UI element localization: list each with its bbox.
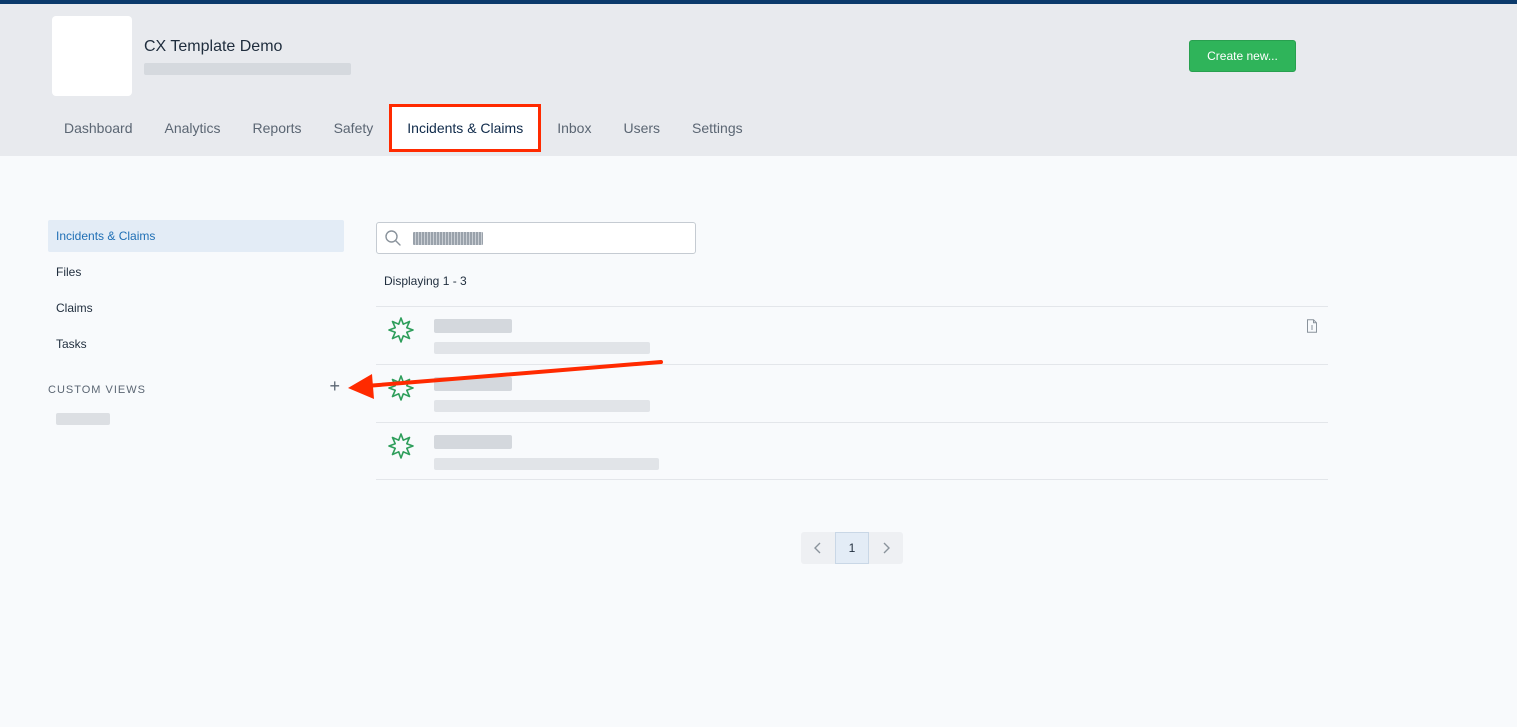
search-box xyxy=(376,222,696,254)
org-subtitle-placeholder xyxy=(144,63,351,75)
chevron-left-icon xyxy=(814,542,821,554)
list-item[interactable] xyxy=(376,422,1328,480)
chevron-right-icon xyxy=(883,542,890,554)
burst-icon xyxy=(388,433,414,459)
create-new-button[interactable]: Create new... xyxy=(1189,40,1296,72)
burst-icon xyxy=(388,375,414,401)
org-title: CX Template Demo xyxy=(144,38,283,55)
custom-views-header: CUSTOM VIEWS + xyxy=(48,377,344,396)
row-title-placeholder xyxy=(434,435,512,449)
row-subtitle-placeholder xyxy=(434,458,659,470)
custom-views-label: CUSTOM VIEWS xyxy=(48,384,146,396)
row-subtitle-placeholder xyxy=(434,342,650,354)
tab-incidents-claims[interactable]: Incidents & Claims xyxy=(389,104,542,152)
sidebar-item-incidents-claims[interactable]: Incidents & Claims xyxy=(48,220,344,252)
next-page-button[interactable] xyxy=(869,532,903,564)
tab-safety[interactable]: Safety xyxy=(318,104,390,152)
main-nav: Dashboard Analytics Reports Safety Incid… xyxy=(48,104,759,152)
custom-view-placeholder[interactable] xyxy=(56,413,110,425)
tab-settings[interactable]: Settings xyxy=(676,104,759,152)
page-number-button[interactable]: 1 xyxy=(835,532,869,564)
incident-list xyxy=(376,306,1328,480)
search-input[interactable] xyxy=(411,229,687,249)
tab-analytics[interactable]: Analytics xyxy=(149,104,237,152)
burst-icon xyxy=(388,317,414,343)
tab-inbox[interactable]: Inbox xyxy=(541,104,607,152)
plus-icon[interactable]: + xyxy=(329,377,340,395)
pagination: 1 xyxy=(801,532,903,564)
list-item[interactable] xyxy=(376,364,1328,422)
sidebar-item-tasks[interactable]: Tasks xyxy=(48,328,344,360)
display-count: Displaying 1 - 3 xyxy=(384,274,467,288)
row-title-placeholder xyxy=(434,319,512,333)
list-item[interactable] xyxy=(376,306,1328,364)
tab-reports[interactable]: Reports xyxy=(237,104,318,152)
sidebar-item-files[interactable]: Files xyxy=(48,256,344,288)
row-title-placeholder xyxy=(434,377,512,391)
sidebar: Incidents & Claims Files Claims Tasks xyxy=(48,220,344,364)
tab-users[interactable]: Users xyxy=(607,104,676,152)
sidebar-item-claims[interactable]: Claims xyxy=(48,292,344,324)
row-subtitle-placeholder xyxy=(434,400,650,412)
prev-page-button[interactable] xyxy=(801,532,835,564)
org-logo xyxy=(52,16,132,96)
tab-dashboard[interactable]: Dashboard xyxy=(48,104,149,152)
document-icon[interactable] xyxy=(1306,319,1318,333)
search-icon xyxy=(385,230,401,246)
